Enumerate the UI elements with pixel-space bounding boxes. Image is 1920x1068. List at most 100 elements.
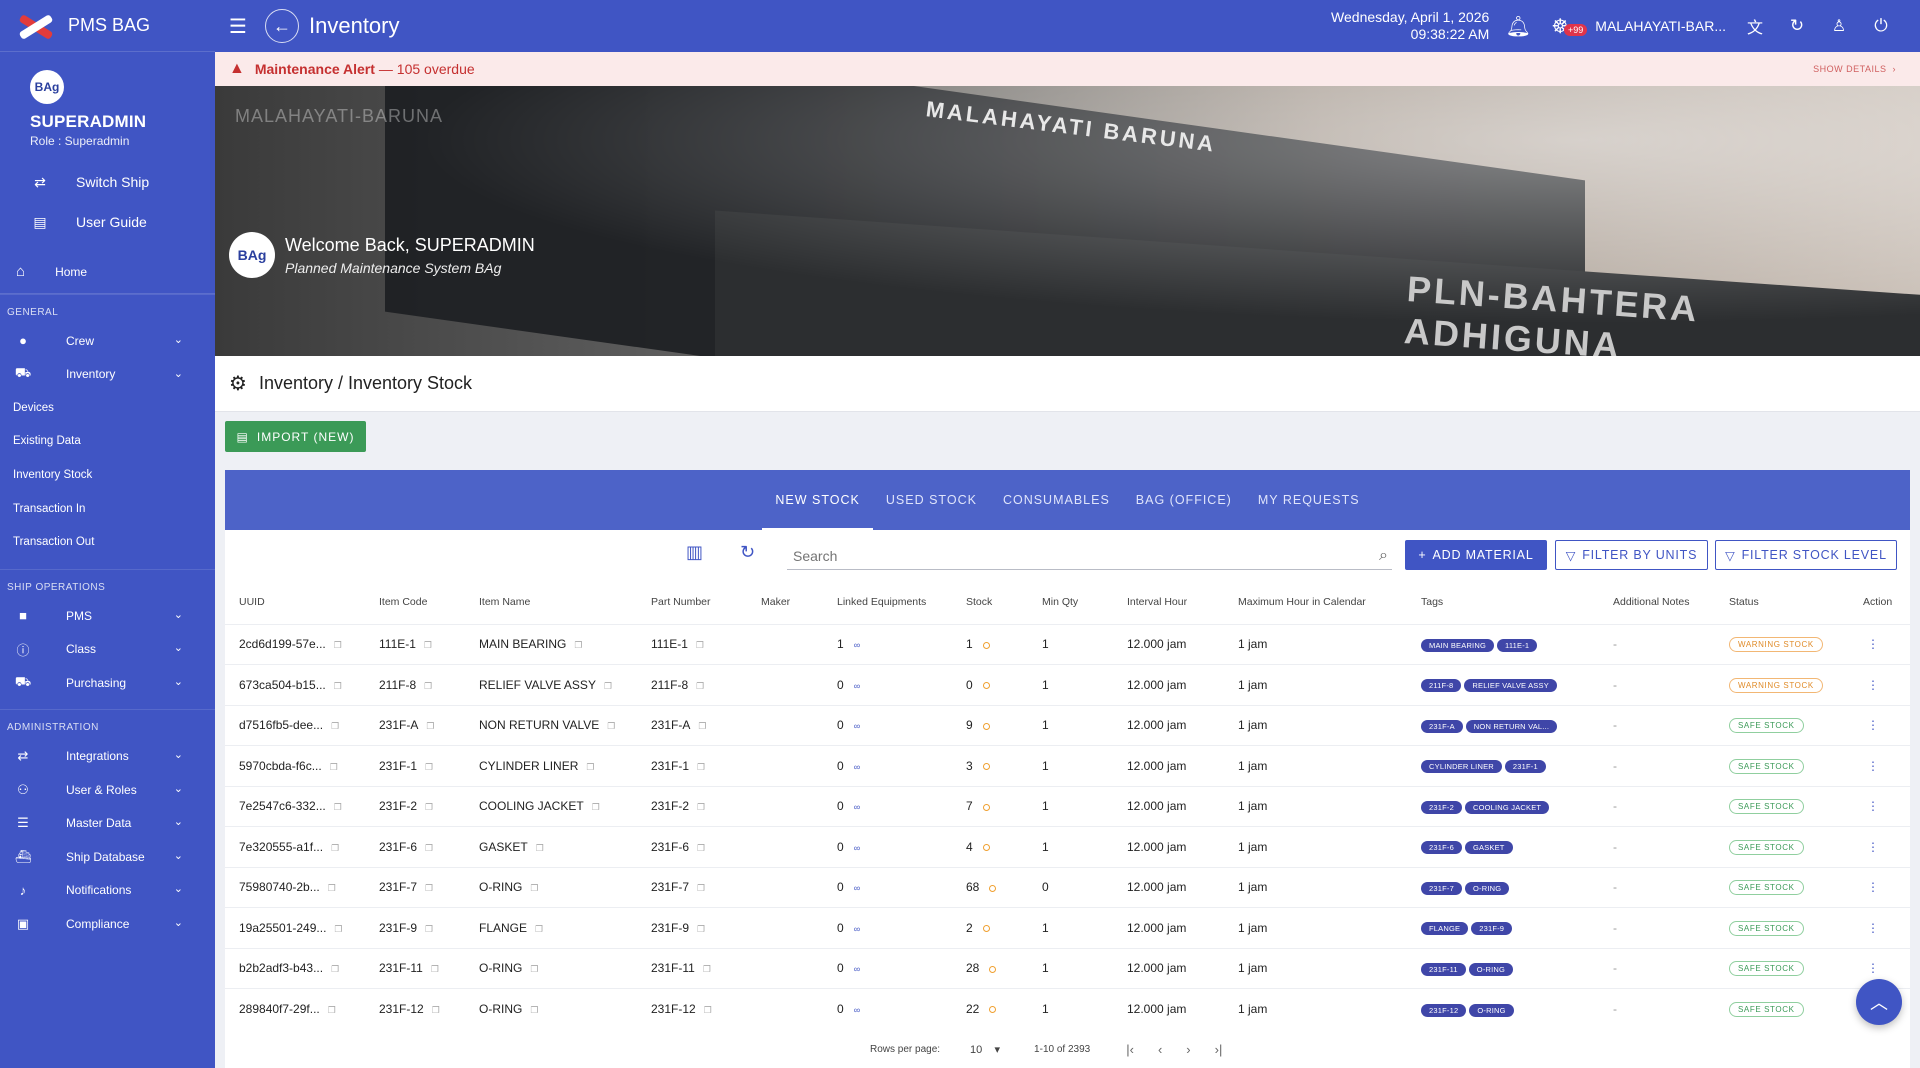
- link-icon[interactable]: ∞: [854, 762, 860, 772]
- last-page-icon[interactable]: ›|: [1215, 1042, 1223, 1057]
- table-row[interactable]: 673ca504-b15... ❐ 211F-8 ❐ RELIEF VALVE ASSY…: [225, 664, 1910, 705]
- col-interval-hour[interactable]: Interval Hour: [1113, 580, 1224, 624]
- stock-history-icon[interactable]: [982, 641, 990, 649]
- col-uuid[interactable]: UUID: [225, 580, 365, 624]
- sidebar-item-user-roles[interactable]: ⚇ User & Roles ⌄: [0, 773, 215, 807]
- stock-history-icon[interactable]: [989, 884, 997, 892]
- sidebar-item-master-data[interactable]: ☰ Master Data ⌄: [0, 806, 215, 840]
- col-tags[interactable]: Tags: [1407, 580, 1599, 624]
- refresh-icon[interactable]: ↻: [740, 542, 755, 563]
- copy-icon[interactable]: ❐: [425, 802, 433, 812]
- row-menu-icon[interactable]: ⋮: [1849, 866, 1910, 908]
- table-row[interactable]: 2cd6d199-57e... ❐ 111E-1 ❐ MAIN BEARING ❐ 111E…: [225, 623, 1910, 665]
- sidebar-sub-existing-data[interactable]: Existing Data: [0, 425, 215, 459]
- profile-icon[interactable]: ♙: [1826, 16, 1852, 36]
- copy-icon[interactable]: ❐: [331, 721, 339, 731]
- copy-icon[interactable]: ❐: [697, 883, 705, 893]
- brand[interactable]: PMS BAG: [0, 0, 215, 52]
- link-icon[interactable]: ∞: [854, 964, 860, 974]
- user-guide-button[interactable]: ▤ User Guide: [0, 202, 215, 242]
- back-button[interactable]: ←: [265, 9, 299, 43]
- col-stock[interactable]: Stock: [952, 580, 1028, 624]
- copy-icon[interactable]: ❐: [426, 721, 434, 731]
- col-min-qty[interactable]: Min Qty: [1028, 580, 1113, 624]
- copy-icon[interactable]: ❐: [328, 883, 336, 893]
- next-page-icon[interactable]: ›: [1186, 1042, 1190, 1057]
- copy-icon[interactable]: ❐: [530, 964, 538, 974]
- copy-icon[interactable]: ❐: [331, 843, 339, 853]
- sidebar-sub-transaction-in[interactable]: Transaction In: [0, 492, 215, 526]
- copy-icon[interactable]: ❐: [530, 1005, 538, 1015]
- copy-icon[interactable]: ❐: [425, 883, 433, 893]
- copy-icon[interactable]: ❐: [530, 883, 538, 893]
- col-maker[interactable]: Maker: [747, 580, 823, 624]
- link-icon[interactable]: ∞: [854, 1005, 860, 1015]
- tab-my-requests[interactable]: MY REQUESTS: [1245, 470, 1373, 530]
- stock-history-icon[interactable]: [982, 722, 990, 730]
- link-icon[interactable]: ∞: [854, 721, 860, 731]
- sidebar-item-crew[interactable]: ● Crew ⌄: [0, 324, 215, 358]
- copy-icon[interactable]: ❐: [607, 721, 615, 731]
- copy-icon[interactable]: ❐: [704, 1005, 712, 1015]
- col-status[interactable]: Status: [1715, 580, 1849, 624]
- row-menu-icon[interactable]: ⋮: [1849, 826, 1910, 867]
- first-page-icon[interactable]: |‹: [1126, 1042, 1134, 1057]
- stock-history-icon[interactable]: [982, 763, 990, 771]
- tab-used-stock[interactable]: USED STOCK: [873, 470, 990, 530]
- copy-icon[interactable]: ❐: [574, 640, 582, 650]
- stock-history-icon[interactable]: [989, 1006, 997, 1014]
- ship-selector[interactable]: MALAHAYATI-BAR...: [1595, 18, 1726, 34]
- copy-icon[interactable]: ❐: [536, 843, 544, 853]
- copy-icon[interactable]: ❐: [696, 640, 704, 650]
- tab-bag-office[interactable]: BAG (OFFICE): [1123, 470, 1245, 530]
- copy-icon[interactable]: ❐: [697, 762, 705, 772]
- link-icon[interactable]: ∞: [854, 924, 860, 934]
- link-icon[interactable]: ∞: [854, 681, 860, 691]
- translate-icon[interactable]: 文: [1742, 14, 1768, 38]
- table-row[interactable]: 19a25501-249... ❐ 231F-9 ❐ FLANGE ❐ 231F-9 ❐ 0 ∞ 2…: [225, 907, 1910, 948]
- sidebar-item-purchasing[interactable]: ⛟ Purchasing ⌄: [0, 666, 215, 700]
- col-notes[interactable]: Additional Notes: [1599, 580, 1715, 624]
- copy-icon[interactable]: ❐: [334, 802, 342, 812]
- rows-per-page-select[interactable]: 10 ▾: [970, 1043, 1000, 1056]
- table-row[interactable]: 7e320555-a1f... ❐ 231F-6 ❐ GASKET ❐ 231F-6 ❐ 0 ∞ 4…: [225, 826, 1910, 867]
- link-icon[interactable]: ∞: [854, 802, 860, 812]
- row-menu-icon[interactable]: ⋮: [1849, 704, 1910, 746]
- copy-icon[interactable]: ❐: [334, 924, 342, 934]
- col-linked-equipments[interactable]: Linked Equipments: [823, 580, 952, 624]
- sidebar-item-integrations[interactable]: ⇄ Integrations ⌄: [0, 739, 215, 773]
- table-row[interactable]: b2b2adf3-b43... ❐ 231F-11 ❐ O-RING ❐ 231F-11 ❐ 0…: [225, 947, 1910, 989]
- bell-icon[interactable]: 🔔︎: [1505, 14, 1531, 39]
- sidebar-item-pms[interactable]: ■ PMS ⌄: [0, 599, 215, 633]
- table-row[interactable]: 5970cbda-f6c... ❐ 231F-1 ❐ CYLINDER LINER ❐ 23…: [225, 745, 1910, 786]
- copy-icon[interactable]: ❐: [334, 681, 342, 691]
- tab-consumables[interactable]: CONSUMABLES: [990, 470, 1123, 530]
- columns-icon[interactable]: ▥: [686, 542, 703, 563]
- scroll-top-button[interactable]: ︿: [1856, 979, 1902, 1025]
- copy-icon[interactable]: ❐: [330, 762, 338, 772]
- sidebar-item-inventory[interactable]: ⛟ Inventory ⌄: [0, 358, 215, 392]
- col-part-number[interactable]: Part Number: [637, 580, 747, 624]
- copy-icon[interactable]: ❐: [334, 640, 342, 650]
- stock-history-icon[interactable]: [982, 844, 990, 852]
- menu-icon[interactable]: ☰: [229, 14, 251, 39]
- copy-icon[interactable]: ❐: [425, 843, 433, 853]
- copy-icon[interactable]: ❐: [592, 802, 600, 812]
- col-item-name[interactable]: Item Name: [465, 580, 637, 624]
- power-icon[interactable]: ⏻: [1868, 16, 1894, 36]
- col-item-code[interactable]: Item Code: [365, 580, 465, 624]
- stock-history-icon[interactable]: [982, 682, 990, 690]
- copy-icon[interactable]: ❐: [424, 681, 432, 691]
- sidebar-sub-devices[interactable]: Devices: [0, 391, 215, 425]
- copy-icon[interactable]: ❐: [696, 681, 704, 691]
- table-row[interactable]: d7516fb5-dee... ❐ 231F-A ❐ NON RETURN VALVE ❐…: [225, 704, 1910, 746]
- col-max-hour[interactable]: Maximum Hour in Calendar: [1224, 580, 1407, 624]
- copy-icon[interactable]: ❐: [697, 924, 705, 934]
- tab-new-stock[interactable]: NEW STOCK: [762, 470, 874, 530]
- table-row[interactable]: 75980740-2b... ❐ 231F-7 ❐ O-RING ❐ 231F-7 ❐ 0 ∞ 68…: [225, 866, 1910, 908]
- import-button[interactable]: ▤ IMPORT (NEW): [225, 421, 366, 452]
- sidebar-sub-transaction-out[interactable]: Transaction Out: [0, 525, 215, 559]
- table-row[interactable]: 7e2547c6-332... ❐ 231F-2 ❐ COOLING JACKET ❐ 23…: [225, 785, 1910, 827]
- row-menu-icon[interactable]: ⋮: [1849, 745, 1910, 786]
- ship-wheel-icon[interactable]: ☸ +99: [1547, 14, 1588, 39]
